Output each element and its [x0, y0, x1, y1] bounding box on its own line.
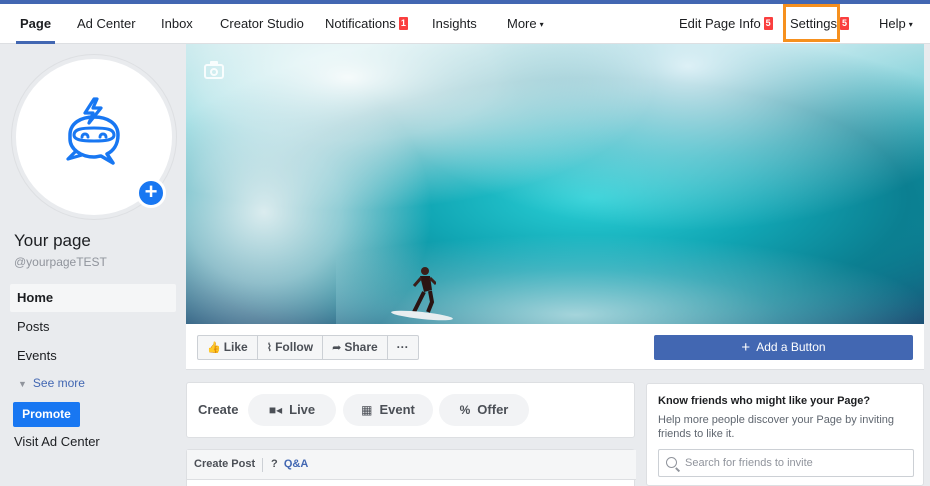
nav-tab-label: Notifications: [325, 16, 396, 31]
share-button[interactable]: ➦ Share: [323, 336, 388, 359]
nav-tab-label: More: [507, 16, 537, 31]
nav-tab-label: Ad Center: [77, 16, 136, 31]
nav-tab-label: Creator Studio: [220, 16, 304, 31]
page-name: Your page: [14, 231, 91, 250]
nav-tab-notifications[interactable]: Notifications 1: [325, 4, 408, 44]
more-options-button[interactable]: ···: [388, 336, 418, 359]
visit-ad-center-link[interactable]: Visit Ad Center: [14, 434, 100, 449]
invite-search-box[interactable]: [658, 449, 914, 477]
bot-logo-icon: [66, 97, 120, 165]
offer-label: Offer: [477, 402, 509, 417]
like-label: Like: [223, 340, 248, 354]
follow-button[interactable]: ⌇ Follow: [258, 336, 324, 359]
sidebar-item-posts[interactable]: Posts: [10, 313, 176, 341]
more-dots-icon: ···: [396, 340, 409, 354]
search-icon: [666, 457, 677, 468]
calendar-icon: ▦: [361, 403, 373, 417]
add-photo-button[interactable]: +: [136, 178, 166, 208]
caret-down-icon: ▾: [539, 20, 544, 29]
create-live-button[interactable]: ■◂ Live: [248, 394, 336, 426]
invite-title: Know friends who might like your Page?: [658, 395, 871, 407]
create-event-button[interactable]: ▦ Event: [343, 394, 433, 426]
create-label: Create: [198, 402, 239, 417]
nav-tab-more[interactable]: More ▾: [507, 4, 544, 44]
nav-tab-inbox[interactable]: Inbox: [161, 4, 193, 44]
promote-button[interactable]: Promote: [13, 402, 80, 427]
like-button[interactable]: 👍 Like: [198, 336, 258, 359]
sidebar-nav: Home Posts Events ▼ See more: [10, 284, 176, 395]
sidebar-item-home[interactable]: Home: [10, 284, 176, 312]
cover-photo[interactable]: [186, 44, 924, 324]
nav-tab-label: Insights: [432, 16, 477, 31]
nav-tab-creator-studio[interactable]: Creator Studio: [220, 4, 304, 44]
thumbs-up-icon: 👍: [207, 342, 221, 354]
share-arrow-icon: ➦: [332, 342, 342, 354]
triangle-down-icon: ▼: [18, 379, 27, 389]
create-post-card: Create Post ? Q&A: [186, 449, 636, 486]
tab-separator: [262, 458, 263, 472]
see-more-label: See more: [32, 376, 85, 390]
nav-tab-label: Help: [879, 16, 906, 31]
tab-qa[interactable]: ? Q&A: [271, 458, 308, 470]
see-more-link[interactable]: ▼ See more: [10, 371, 176, 395]
share-label: Share: [344, 340, 378, 354]
event-label: Event: [379, 402, 415, 417]
tab-create-post[interactable]: Create Post: [194, 458, 255, 470]
nav-tab-edit-page-info[interactable]: Edit Page Info 5: [679, 4, 773, 44]
settings-highlight-box: [783, 4, 840, 42]
plus-icon: +: [741, 339, 751, 356]
nav-tab-label: Edit Page Info: [679, 16, 761, 31]
invite-search-input[interactable]: [685, 454, 907, 472]
nav-tab-label: Page: [20, 16, 52, 31]
nav-tab-label: Inbox: [161, 16, 193, 31]
edit-info-badge: 5: [763, 17, 773, 30]
video-camera-icon: ■◂: [268, 403, 283, 417]
nav-tab-insights[interactable]: Insights: [432, 4, 477, 44]
page-username[interactable]: @yourpageTEST: [14, 255, 107, 269]
plus-icon: +: [144, 179, 158, 204]
question-mark-icon: ?: [271, 458, 278, 470]
percent-tag-icon: %: [459, 403, 471, 417]
invite-friends-card: Know friends who might like your Page? H…: [646, 383, 924, 486]
page-action-bar: 👍 Like ⌇ Follow ➦ Share ··· + Add a Button: [186, 324, 924, 370]
live-label: Live: [289, 402, 316, 417]
qa-label: Q&A: [283, 458, 309, 470]
sidebar-item-events[interactable]: Events: [10, 342, 176, 370]
follow-label: Follow: [275, 340, 314, 354]
nav-tab-page[interactable]: Page: [15, 4, 56, 44]
caret-down-icon: ▾: [908, 20, 913, 29]
page-actions-group: 👍 Like ⌇ Follow ➦ Share ···: [197, 335, 419, 360]
nav-tab-ad-center[interactable]: Ad Center: [77, 4, 136, 44]
invite-description: Help more people discover your Page by i…: [658, 414, 895, 440]
nav-tab-help[interactable]: Help ▾: [879, 4, 913, 44]
camera-icon[interactable]: [204, 61, 224, 79]
surfer-figure: [412, 267, 436, 313]
create-card: Create ■◂ Live ▦ Event % Offer: [186, 382, 635, 438]
left-sidebar: + Your page @yourpageTEST Home Posts Eve…: [0, 45, 186, 486]
add-button-label: Add a Button: [756, 340, 826, 354]
rss-icon: ⌇: [266, 342, 273, 354]
create-post-header: Create Post ? Q&A: [187, 450, 636, 480]
notification-badge: 1: [398, 17, 408, 30]
create-offer-button[interactable]: % Offer: [439, 394, 529, 426]
add-a-button[interactable]: + Add a Button: [654, 335, 913, 360]
settings-badge: 5: [839, 17, 849, 30]
